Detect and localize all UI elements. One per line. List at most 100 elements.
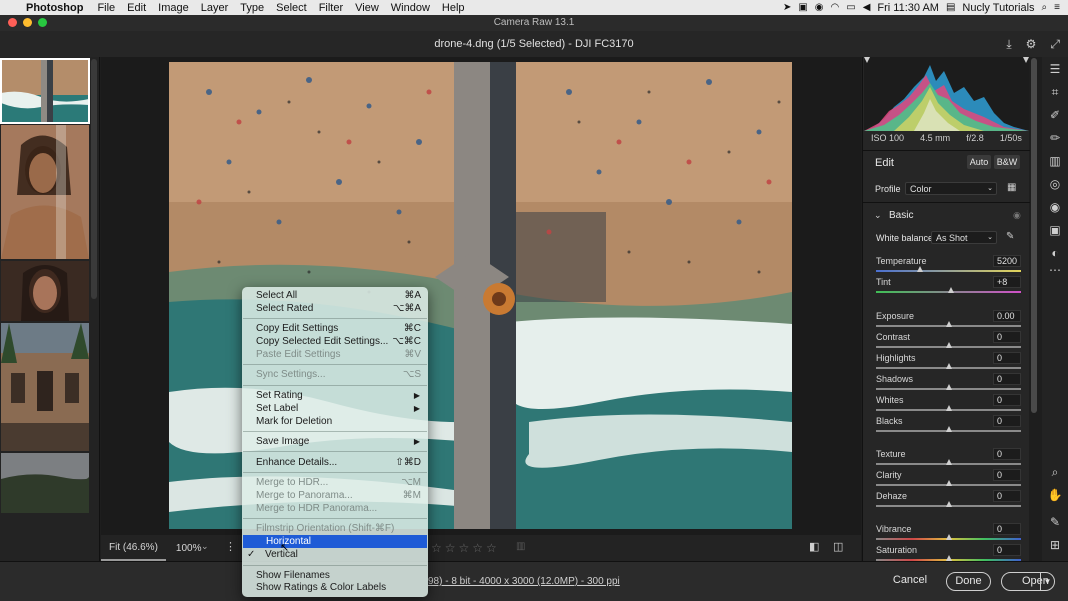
flag-icon[interactable]: ▤ bbox=[946, 2, 955, 13]
slider-tint[interactable]: Tint +8 bbox=[876, 276, 1021, 297]
slider-thumb[interactable] bbox=[945, 555, 952, 561]
minimize-window-button[interactable] bbox=[23, 18, 32, 27]
panel-scrollbar[interactable] bbox=[1031, 58, 1037, 413]
location-arrow-icon[interactable]: ➤ bbox=[783, 2, 791, 13]
menu-window[interactable]: Window bbox=[385, 2, 436, 14]
filmstrip-scrollbar[interactable] bbox=[91, 59, 97, 299]
slider-thumb[interactable] bbox=[945, 480, 952, 486]
slider-value-field[interactable]: 0 bbox=[993, 352, 1021, 364]
menu-select[interactable]: Select bbox=[270, 2, 313, 14]
menu-type[interactable]: Type bbox=[234, 2, 270, 14]
white-balance-select[interactable]: As Shot ⌄ bbox=[931, 231, 997, 244]
menu-mark-for-deletion[interactable]: Mark for Deletion bbox=[242, 415, 428, 428]
slider-shadows[interactable]: Shadows 0 bbox=[876, 373, 1021, 394]
chevron-down-icon[interactable]: ⌄ bbox=[874, 210, 882, 221]
grid-icon[interactable]: ⊞ bbox=[1042, 538, 1068, 552]
crop-icon[interactable]: ⌗ bbox=[1042, 85, 1068, 100]
slider-value-field[interactable]: +8 bbox=[993, 276, 1021, 288]
slider-value-field[interactable]: 0 bbox=[993, 373, 1021, 385]
split-view-icon[interactable]: ◫ bbox=[833, 540, 843, 553]
gear-icon[interactable]: ⚙ bbox=[1026, 31, 1037, 57]
slider-saturation[interactable]: Saturation 0 bbox=[876, 544, 1021, 565]
slider-thumb[interactable] bbox=[916, 266, 923, 272]
zoom-window-button[interactable] bbox=[38, 18, 47, 27]
filmstrip-options-icon[interactable]: ⋮ bbox=[225, 540, 236, 553]
control-center-icon[interactable]: ≡ bbox=[1054, 2, 1060, 13]
slider-dehaze[interactable]: Dehaze 0 bbox=[876, 490, 1021, 511]
slider-track[interactable] bbox=[876, 270, 1021, 272]
slider-thumb[interactable] bbox=[945, 363, 952, 369]
wifi-icon[interactable]: ◠ bbox=[831, 2, 840, 13]
before-after-icon[interactable]: ◧ bbox=[809, 540, 819, 553]
eyedropper-icon[interactable]: ✎ bbox=[1006, 231, 1014, 242]
radial-filter-icon[interactable]: ◎ bbox=[1042, 177, 1068, 191]
slider-value-field[interactable]: 5200 bbox=[993, 255, 1021, 267]
thumbnail-drone[interactable] bbox=[0, 58, 90, 124]
bw-button[interactable]: B&W bbox=[994, 155, 1020, 169]
slider-thumb[interactable] bbox=[945, 405, 952, 411]
thumbnail-portrait-woman[interactable] bbox=[1, 261, 89, 321]
slider-exposure[interactable]: Exposure 0.00 bbox=[876, 310, 1021, 331]
slider-value-field[interactable]: 0 bbox=[993, 523, 1021, 535]
slider-thumb[interactable] bbox=[945, 501, 952, 507]
slider-thumb[interactable] bbox=[945, 321, 952, 327]
zoom-tool-icon[interactable]: ⌕ bbox=[1042, 465, 1068, 480]
slider-thumb[interactable] bbox=[945, 459, 952, 465]
adjustment-brush-icon[interactable]: ✏ bbox=[1042, 131, 1068, 145]
snapshots-icon[interactable]: ▣ bbox=[1042, 223, 1068, 237]
menubar-clock[interactable]: Fri 11:30 AM bbox=[877, 2, 939, 14]
profile-select[interactable]: Color ⌄ bbox=[905, 182, 997, 195]
menu-edit[interactable]: Edit bbox=[121, 2, 152, 14]
airplay-icon[interactable]: ▭ bbox=[846, 2, 855, 13]
slider-value-field[interactable]: 0 bbox=[993, 544, 1021, 556]
slider-temperature[interactable]: Temperature 5200 bbox=[876, 255, 1021, 276]
slider-whites[interactable]: Whites 0 bbox=[876, 394, 1021, 415]
profile-browser-icon[interactable]: ▦ bbox=[1007, 182, 1016, 193]
heal-brush-icon[interactable]: ✐ bbox=[1042, 108, 1068, 122]
eye-icon[interactable]: ◉ bbox=[1013, 210, 1021, 221]
screen-record-icon[interactable]: ◉ bbox=[815, 2, 824, 13]
menubar-user[interactable]: Nucly Tutorials bbox=[962, 2, 1034, 14]
slider-blacks[interactable]: Blacks 0 bbox=[876, 415, 1021, 436]
slider-thumb[interactable] bbox=[945, 384, 952, 390]
red-eye-icon[interactable]: ◉ bbox=[1042, 200, 1068, 214]
menu-horizontal[interactable]: Horizontal bbox=[243, 535, 427, 548]
menu-save-image[interactable]: Save Image ▶ bbox=[242, 435, 428, 448]
hand-tool-icon[interactable]: ✋ bbox=[1042, 488, 1068, 502]
menu-filter[interactable]: Filter bbox=[313, 2, 349, 14]
graduated-filter-icon[interactable]: ▥ bbox=[1042, 154, 1068, 168]
cancel-button[interactable]: Cancel bbox=[884, 572, 936, 591]
menu-app-name[interactable]: Photoshop bbox=[26, 2, 91, 14]
slider-value-field[interactable]: 0 bbox=[993, 448, 1021, 460]
color-sampler-icon[interactable]: ✎ bbox=[1042, 515, 1068, 529]
presets-icon[interactable]: ◐ bbox=[1042, 246, 1068, 260]
menu-enhance-details[interactable]: Enhance Details... ⇧⌘D bbox=[242, 456, 428, 469]
menu-copy-edit-settings[interactable]: Copy Edit Settings ⌘C bbox=[242, 322, 428, 335]
image-canvas[interactable] bbox=[101, 57, 861, 535]
slider-thumb[interactable] bbox=[945, 534, 952, 540]
slider-value-field[interactable]: 0 bbox=[993, 469, 1021, 481]
slider-vibrance[interactable]: Vibrance 0 bbox=[876, 523, 1021, 544]
slider-thumb[interactable] bbox=[945, 426, 952, 432]
menu-file[interactable]: File bbox=[91, 2, 121, 14]
more-icon[interactable]: ⋯ bbox=[1042, 263, 1068, 277]
menu-layer[interactable]: Layer bbox=[195, 2, 235, 14]
slider-value-field[interactable]: 0 bbox=[993, 490, 1021, 502]
chevron-down-icon[interactable]: ▼ bbox=[1040, 572, 1054, 591]
open-button[interactable]: Open ▼ bbox=[1001, 572, 1055, 591]
slider-value-field[interactable]: 0 bbox=[993, 394, 1021, 406]
thumbnail-building[interactable] bbox=[1, 323, 89, 451]
menu-view[interactable]: View bbox=[349, 2, 385, 14]
basic-section-title[interactable]: Basic bbox=[889, 210, 913, 221]
menu-copy-selected-edit-settings[interactable]: Copy Selected Edit Settings... ⌥⌘C bbox=[242, 335, 428, 348]
menu-set-rating[interactable]: Set Rating ▶ bbox=[242, 389, 428, 402]
menu-image[interactable]: Image bbox=[152, 2, 195, 14]
zoom-chevron-icon[interactable]: ⌄ bbox=[201, 541, 209, 552]
thumbnail-landscape[interactable] bbox=[1, 453, 89, 513]
slider-contrast[interactable]: Contrast 0 bbox=[876, 331, 1021, 352]
fullscreen-icon[interactable]: ⤢ bbox=[1050, 31, 1060, 57]
save-image-icon[interactable]: ⤓ bbox=[1006, 31, 1011, 57]
close-window-button[interactable] bbox=[8, 18, 17, 27]
volume-icon[interactable]: ◀ bbox=[863, 2, 871, 13]
slider-value-field[interactable]: 0 bbox=[993, 331, 1021, 343]
